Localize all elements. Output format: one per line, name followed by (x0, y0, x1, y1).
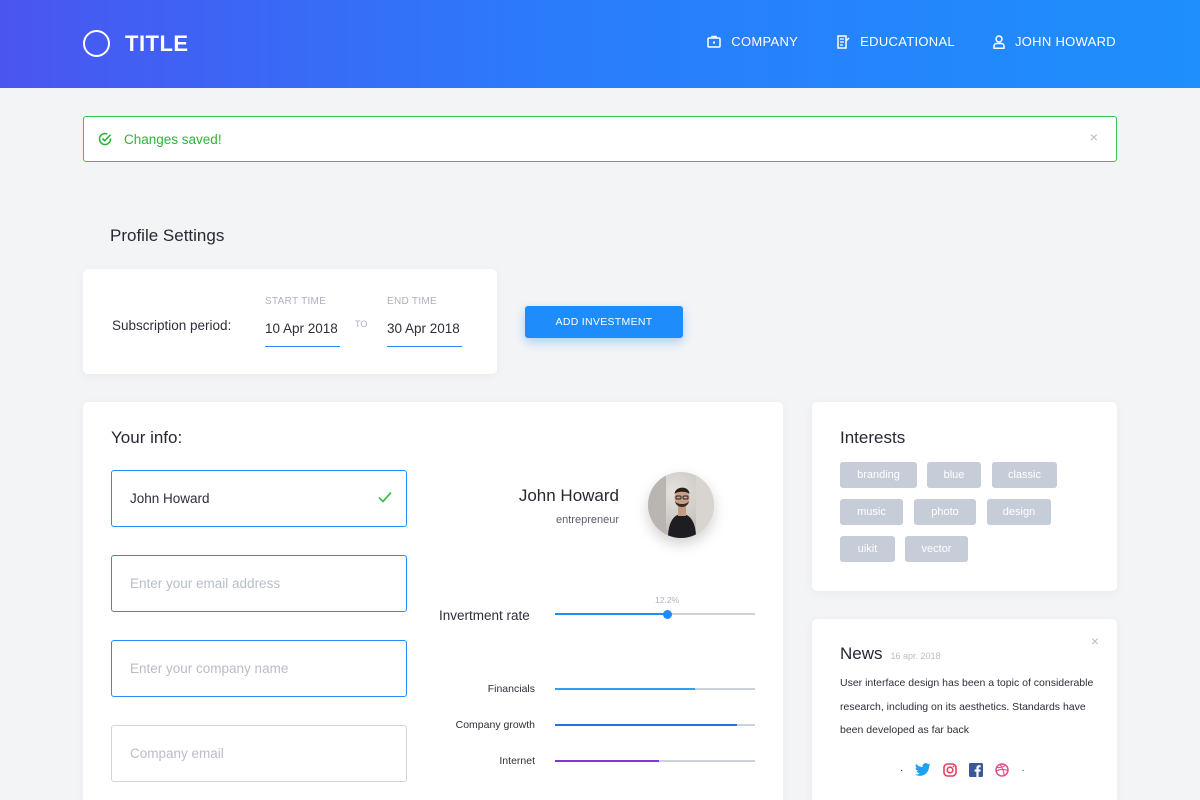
date-to-label: TO (355, 319, 368, 329)
tag-photo[interactable]: photo (914, 499, 976, 525)
slider-fill (555, 613, 667, 615)
investment-rate-value: 12.2% (655, 595, 680, 605)
news-header: News 16 apr. 2018 (840, 644, 941, 664)
success-alert: Changes saved! × (83, 116, 1117, 162)
profile-role: entrepreneur (556, 514, 619, 526)
alert-message: Changes saved! (124, 131, 222, 147)
separator-dot: · (900, 764, 904, 776)
nav-item-company[interactable]: COMPANY (707, 34, 798, 49)
progress-bar-company-growth (555, 724, 755, 726)
interests-title: Interests (840, 428, 906, 447)
progress-fill (555, 724, 737, 726)
tag-music[interactable]: music (840, 499, 903, 525)
start-time-caption: START TIME (265, 296, 327, 307)
interests-card: Interests branding blue classic music ph… (812, 402, 1117, 591)
name-field-value: John Howard (130, 491, 210, 506)
tag-uikit[interactable]: uikit (840, 536, 895, 562)
nav-item-educational[interactable]: EDUCATIONAL (836, 34, 955, 49)
progress-fill (555, 760, 659, 762)
briefcase-icon (707, 35, 722, 48)
check-icon (378, 491, 392, 503)
bar-label-internet: Internet (499, 755, 535, 767)
email-field[interactable]: Enter your email address (111, 555, 407, 612)
document-icon (837, 34, 850, 49)
subscription-card: Subscription period: START TIME 10 Apr 2… (83, 269, 497, 374)
logo-text: TITLE (125, 30, 189, 56)
separator-dot: · (1021, 764, 1025, 776)
news-card: News 16 apr. 2018 × User interface desig… (812, 619, 1117, 800)
news-date: 16 apr. 2018 (890, 651, 941, 661)
start-time-value: 10 Apr 2018 (265, 321, 340, 347)
tag-classic[interactable]: classic (992, 462, 1057, 488)
tag-vector[interactable]: vector (905, 536, 968, 562)
bar-label-company-growth: Company growth (455, 719, 535, 731)
nav-item-user[interactable]: JOHN HOWARD (993, 34, 1116, 49)
add-investment-button[interactable]: ADD INVESTMENT (525, 306, 683, 338)
alert-close-icon[interactable]: × (1090, 129, 1098, 145)
logo[interactable]: TITLE (83, 30, 189, 57)
dribbble-icon[interactable] (995, 763, 1010, 777)
nav-label: JOHN HOWARD (1014, 34, 1116, 49)
start-time-field[interactable]: START TIME 10 Apr 2018 (265, 296, 340, 347)
email-field-placeholder: Enter your email address (130, 576, 281, 591)
profile-name: John Howard (518, 486, 619, 505)
tag-branding[interactable]: branding (840, 462, 917, 488)
your-info-card: Your info: John Howard Enter your email … (83, 402, 783, 800)
name-field[interactable]: John Howard (111, 470, 407, 527)
tag-blue[interactable]: blue (927, 462, 981, 488)
info-title: Your info: (111, 428, 183, 447)
tag-design[interactable]: design (987, 499, 1051, 525)
end-time-caption: END TIME (387, 296, 437, 307)
progress-fill (555, 688, 695, 690)
twitter-icon[interactable] (915, 763, 931, 777)
page-title: Profile Settings (110, 226, 225, 245)
company-name-field[interactable]: Enter your company name (111, 640, 407, 697)
facebook-icon[interactable] (969, 763, 984, 777)
top-header: TITLE COMPANY EDUCATIONAL JOHN HOWARD (0, 0, 1200, 88)
end-time-value: 30 Apr 2018 (387, 321, 462, 347)
nav-label: COMPANY (731, 34, 799, 49)
investment-rate-slider[interactable] (555, 609, 755, 619)
news-body: User interface design has been a topic o… (840, 677, 1094, 736)
logo-circle-icon (83, 30, 110, 57)
bar-label-financials: Financials (487, 683, 535, 695)
company-email-placeholder: Company email (130, 746, 224, 761)
company-name-placeholder: Enter your company name (130, 661, 289, 676)
instagram-icon[interactable] (943, 763, 958, 777)
top-nav: COMPANY EDUCATIONAL JOHN HOWARD (707, 34, 1116, 49)
investment-rate-label: Invertment rate (439, 608, 530, 623)
progress-bar-internet (555, 760, 755, 762)
slider-handle[interactable] (662, 609, 672, 619)
check-circle-icon (98, 132, 112, 146)
avatar-photo (648, 472, 714, 538)
progress-bar-financials (555, 688, 755, 690)
news-title: News (840, 644, 883, 663)
user-icon (993, 34, 1005, 49)
subscription-label: Subscription period: (112, 318, 232, 333)
news-close-icon[interactable]: × (1091, 633, 1099, 649)
company-email-field[interactable]: Company email (111, 725, 407, 782)
social-links: · · (900, 763, 1025, 777)
nav-label: EDUCATIONAL (860, 34, 955, 49)
avatar (648, 472, 714, 538)
end-time-field[interactable]: END TIME 30 Apr 2018 (387, 296, 462, 347)
